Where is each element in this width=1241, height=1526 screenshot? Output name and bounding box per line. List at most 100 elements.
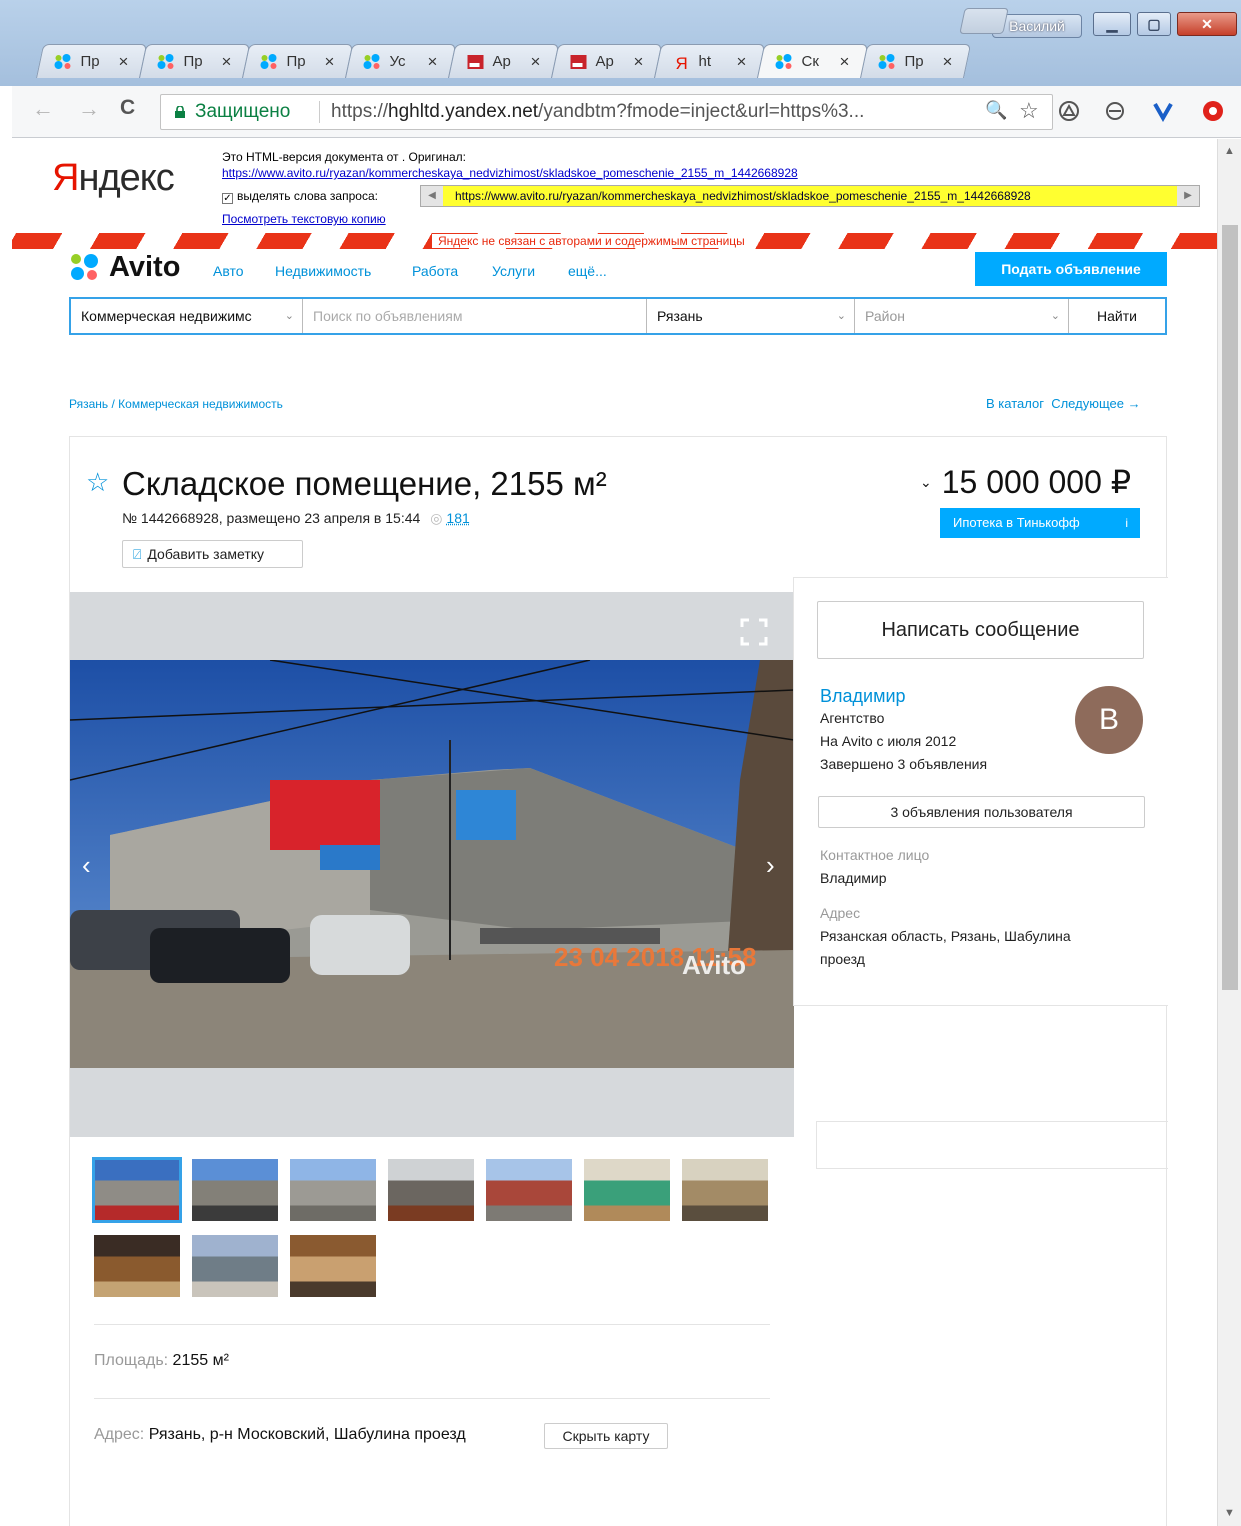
- hide-map-button[interactable]: Скрыть карту: [544, 1423, 668, 1449]
- photo-thumbnail[interactable]: [92, 1157, 182, 1223]
- reload-button[interactable]: C: [120, 96, 135, 120]
- photo-thumbnail[interactable]: [290, 1235, 376, 1297]
- photo-thumbnail[interactable]: [682, 1159, 768, 1221]
- add-note-label: Добавить заметку: [147, 546, 265, 562]
- highlight-url-box[interactable]: ◀ https://www.avito.ru/ryazan/kommerches…: [420, 185, 1200, 207]
- photo-thumbnail[interactable]: [290, 1159, 376, 1221]
- close-icon[interactable]: ×: [222, 52, 232, 72]
- close-icon[interactable]: ×: [943, 52, 953, 72]
- tab-2[interactable]: Пр ×: [242, 44, 354, 78]
- category-select[interactable]: Коммерческая недвижимс ⌄: [71, 299, 303, 333]
- tab-4[interactable]: Ар ×: [448, 44, 560, 78]
- photo-thumbnail[interactable]: [486, 1159, 572, 1221]
- tab-title: Ар: [595, 53, 614, 70]
- favorite-star-icon[interactable]: ☆: [86, 467, 109, 498]
- views-count[interactable]: ◎ 181: [430, 510, 469, 526]
- url-scroll-left[interactable]: ◀: [421, 186, 443, 206]
- contact-value: Владимир: [820, 870, 887, 886]
- text-copy-link[interactable]: Посмотреть текстовую копию: [222, 212, 386, 226]
- district-select[interactable]: Район ⌄: [855, 299, 1069, 333]
- avito-logo[interactable]: Avito: [69, 250, 180, 284]
- listing-number-date: № 1442668928, размещено 23 апреля в 15:4…: [122, 510, 421, 526]
- avito-logo-text: Avito: [109, 250, 181, 283]
- post-ad-button[interactable]: Подать объявление: [975, 252, 1167, 286]
- main-photo[interactable]: [70, 660, 794, 1068]
- search-input[interactable]: Поиск по объявлениям: [303, 299, 647, 333]
- close-icon[interactable]: ×: [840, 52, 850, 72]
- scroll-thumb[interactable]: [1222, 225, 1238, 990]
- city-select[interactable]: Рязань ⌄: [647, 299, 855, 333]
- close-icon[interactable]: ×: [634, 52, 644, 72]
- url-scroll-right[interactable]: ▶: [1177, 186, 1199, 206]
- tab-0[interactable]: Пр ×: [36, 44, 148, 78]
- yandex-logo[interactable]: Яндекс: [52, 157, 175, 200]
- next-listing-link[interactable]: Следующее →: [1051, 396, 1140, 411]
- minimize-button[interactable]: ▁: [1093, 12, 1131, 36]
- red-doc-icon: [570, 54, 587, 69]
- bookmark-star-icon[interactable]: ☆: [1019, 98, 1039, 124]
- listing-meta: № 1442668928, размещено 23 апреля в 15:4…: [122, 510, 470, 527]
- nav-jobs[interactable]: Работа: [412, 263, 458, 279]
- extension-sync-icon[interactable]: [1104, 100, 1126, 122]
- lock-icon: [175, 106, 185, 118]
- avito-icon: [775, 53, 792, 69]
- price-value: 15 000 000 ₽: [941, 464, 1132, 500]
- nav-realty[interactable]: Недвижимость: [275, 263, 371, 279]
- zoom-icon[interactable]: 🔍: [985, 100, 1007, 121]
- param-area: Площадь: 2155 м²: [94, 1352, 229, 1370]
- prev-photo-button[interactable]: ‹: [82, 850, 91, 881]
- mortgage-button[interactable]: Ипотека в Тинькофф i: [940, 508, 1140, 538]
- scroll-down-icon[interactable]: ▼: [1224, 1507, 1235, 1519]
- back-button[interactable]: ←: [32, 96, 54, 122]
- close-icon[interactable]: ×: [119, 52, 129, 72]
- tab-6[interactable]: Яht ×: [654, 44, 766, 78]
- tab-7[interactable]: Ск ×: [757, 44, 869, 78]
- original-link[interactable]: https://www.avito.ru/ryazan/kommercheska…: [222, 166, 798, 180]
- new-tab-button[interactable]: [959, 8, 1009, 34]
- nav-auto[interactable]: Авто: [213, 263, 244, 279]
- maximize-button[interactable]: ▢: [1137, 12, 1171, 36]
- extension-adblock-icon[interactable]: [1202, 100, 1224, 122]
- seller-name[interactable]: Владимир: [820, 686, 906, 707]
- close-icon[interactable]: ×: [737, 52, 747, 72]
- breadcrumb[interactable]: Рязань / Коммерческая недвижимость: [69, 397, 283, 411]
- photo-thumbnail[interactable]: [94, 1235, 180, 1297]
- tab-8[interactable]: Пр ×: [860, 44, 972, 78]
- photo-thumbnail[interactable]: [584, 1159, 670, 1221]
- url-text[interactable]: https://hghltd.yandex.net/yandbtm?fmode=…: [331, 101, 951, 123]
- close-icon[interactable]: ×: [428, 52, 438, 72]
- highlight-checkbox[interactable]: ✓: [222, 193, 233, 204]
- extension-drive-icon[interactable]: [1058, 100, 1080, 122]
- photo-thumbnail[interactable]: [192, 1235, 278, 1297]
- find-button[interactable]: Найти: [1069, 299, 1165, 333]
- avito-icon: [54, 53, 71, 69]
- tab-1[interactable]: Пр ×: [139, 44, 251, 78]
- nav-more[interactable]: ещё...: [568, 263, 607, 279]
- scroll-up-icon[interactable]: ▲: [1224, 145, 1235, 157]
- address-bar[interactable]: Защищено https://hghltd.yandex.net/yandb…: [160, 94, 1053, 130]
- write-message-button[interactable]: Написать сообщение: [817, 601, 1144, 659]
- currency-dropdown-icon[interactable]: ⌄: [920, 474, 932, 490]
- yandex-icon: Я: [676, 54, 688, 70]
- photo-gallery[interactable]: 23 04 2018 11:58 Avito ‹ ›: [70, 592, 794, 1137]
- add-note-button[interactable]: ⍁ Добавить заметку: [122, 540, 303, 568]
- catalog-link[interactable]: В каталог: [986, 396, 1044, 411]
- param-address-label: Адрес:: [94, 1426, 145, 1443]
- close-icon[interactable]: ×: [531, 52, 541, 72]
- tab-3[interactable]: Ус ×: [345, 44, 457, 78]
- close-icon[interactable]: ×: [325, 52, 335, 72]
- tab-5[interactable]: Ар ×: [551, 44, 663, 78]
- extension-v-icon[interactable]: [1152, 100, 1174, 122]
- user-ads-button[interactable]: 3 объявления пользователя: [818, 796, 1145, 828]
- fullscreen-icon[interactable]: [740, 618, 768, 646]
- next-photo-button[interactable]: ›: [766, 850, 775, 881]
- page-scrollbar[interactable]: ▲ ▼: [1217, 139, 1241, 1526]
- nav-services[interactable]: Услуги: [492, 263, 535, 279]
- svg-text:Я: Я: [676, 54, 688, 70]
- forward-button[interactable]: →: [78, 96, 100, 122]
- address-line-2: проезд: [820, 951, 865, 967]
- photo-thumbnail[interactable]: [388, 1159, 474, 1221]
- avatar[interactable]: В: [1075, 686, 1143, 754]
- close-window-button[interactable]: ✕: [1177, 12, 1237, 36]
- photo-thumbnail[interactable]: [192, 1159, 278, 1221]
